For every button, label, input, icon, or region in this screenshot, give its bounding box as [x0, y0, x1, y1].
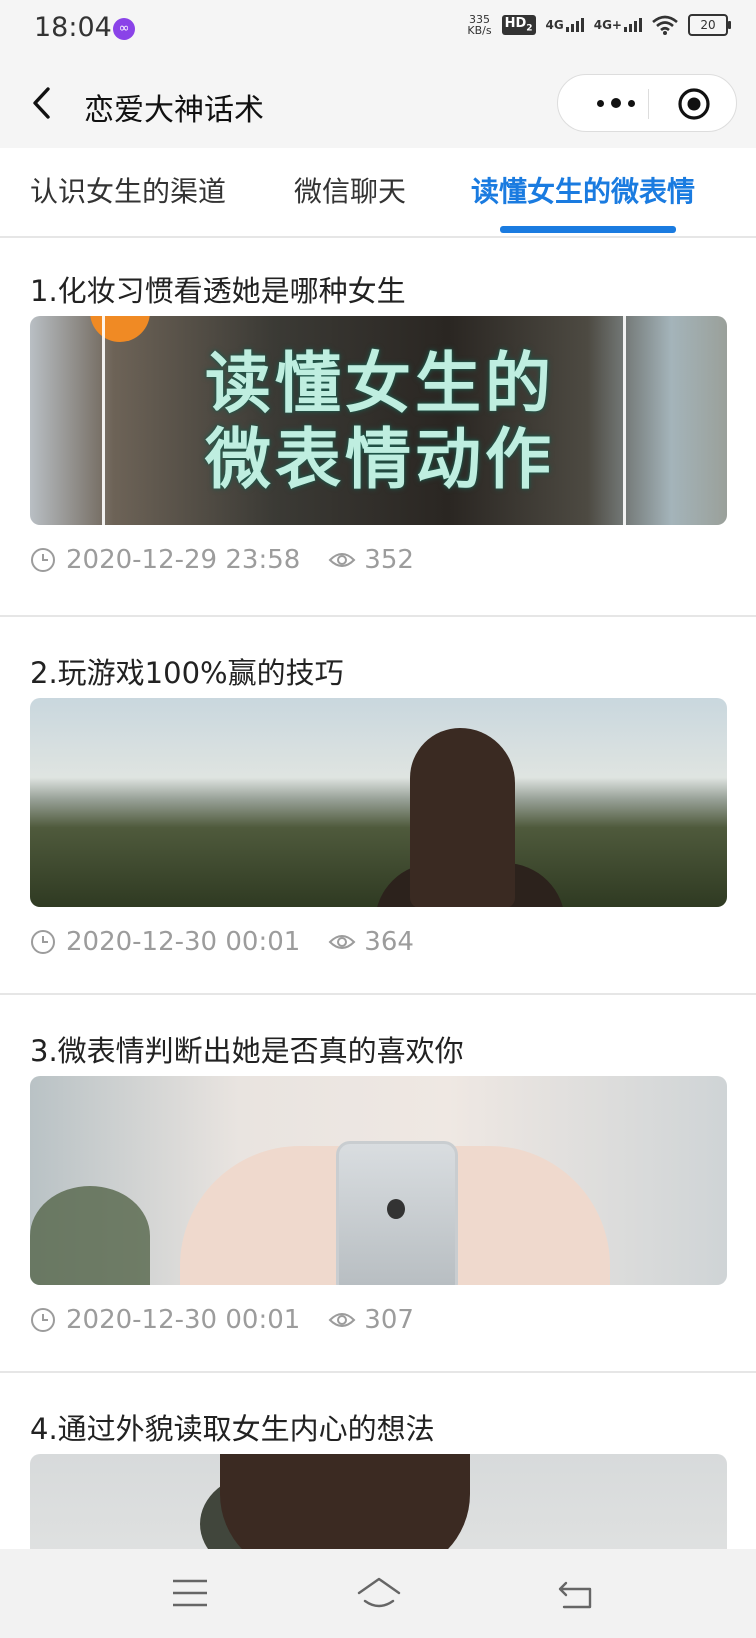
- article-item[interactable]: 2.玩游戏100%赢的技巧 2020-12-30 00:01 364: [0, 650, 756, 992]
- status-time: 18:04: [34, 12, 112, 43]
- capsule-divider: [648, 89, 649, 119]
- frame-line: [102, 316, 105, 525]
- article-date: 2020-12-29 23:58: [66, 545, 301, 575]
- thumbnail-phone: [336, 1141, 458, 1285]
- eye-icon: [328, 1313, 356, 1327]
- article-thumbnail[interactable]: [30, 1076, 727, 1285]
- mini-program-capsule: [557, 74, 737, 132]
- view-count-value: 364: [364, 927, 414, 957]
- nav-bar: 恋爱大神话术: [0, 58, 756, 148]
- view-count-value: 307: [364, 1305, 414, 1335]
- article-title[interactable]: 2.玩游戏100%赢的技巧: [30, 650, 344, 692]
- article-item[interactable]: 3.微表情判断出她是否真的喜欢你 2020-12-30 00:01 307: [0, 1028, 756, 1370]
- view-count-value: 352: [364, 545, 414, 575]
- status-indicators: 335 KB/s HD2 4G 4G+ 20: [467, 14, 731, 36]
- app-badge-icon: ∞: [113, 18, 135, 40]
- hd-sub: 2: [526, 23, 533, 34]
- system-nav-bar: [0, 1549, 756, 1638]
- network-speed: 335 KB/s: [467, 14, 491, 36]
- sim1-label: 4G: [545, 18, 564, 32]
- active-tab-indicator: [500, 226, 676, 233]
- divider: [0, 615, 756, 617]
- article-item[interactable]: 1.化妆习惯看透她是哪种女生 读懂女生的 微表情动作 2020-12-29 23…: [0, 268, 756, 610]
- clock-icon: [31, 548, 55, 572]
- wifi-icon: [652, 15, 678, 35]
- article-item[interactable]: 4.通过外貌读取女生内心的想法: [0, 1406, 756, 1549]
- target-circle-icon[interactable]: [677, 87, 711, 121]
- hd-icon: HD2: [501, 15, 536, 35]
- network-speed-unit: KB/s: [467, 24, 492, 37]
- return-icon[interactable]: [556, 1575, 596, 1611]
- thumbnail-caption: 读懂女生的 微表情动作: [130, 346, 630, 498]
- eye-icon: [328, 553, 356, 567]
- tab-wechat-chat[interactable]: 微信聊天: [294, 170, 406, 210]
- battery-icon: 20: [688, 14, 731, 36]
- thumbnail-caption-line2: 微表情动作: [205, 421, 555, 498]
- more-dots-icon[interactable]: [586, 93, 646, 113]
- back-icon[interactable]: [30, 86, 52, 120]
- article-title[interactable]: 4.通过外貌读取女生内心的想法: [30, 1406, 435, 1448]
- divider: [0, 993, 756, 995]
- view-count: 364: [328, 927, 414, 957]
- article-meta: 2020-12-30 00:01 364: [30, 927, 414, 957]
- menu-icon[interactable]: [170, 1575, 210, 1611]
- article-meta: 2020-12-30 00:01 307: [30, 1305, 414, 1335]
- sim2-signal-icon: 4G+: [594, 18, 642, 32]
- thumbnail-figure: [220, 1454, 470, 1549]
- clock-icon: [31, 1308, 55, 1332]
- thumbnail-figure: [410, 728, 515, 907]
- eye-icon: [328, 935, 356, 949]
- article-meta: 2020-12-29 23:58 352: [30, 545, 414, 575]
- page-title: 恋爱大神话术: [84, 93, 264, 128]
- thumbnail-caption-line1: 读懂女生的: [205, 345, 555, 422]
- divider: [0, 1371, 756, 1373]
- article-date: 2020-12-30 00:01: [66, 1305, 301, 1335]
- corner-badge: [90, 316, 150, 342]
- article-thumbnail[interactable]: [30, 698, 727, 907]
- category-tabs: 认识女生的渠道 微信聊天 读懂女生的微表情: [0, 148, 756, 238]
- article-thumbnail[interactable]: 读懂女生的 微表情动作: [30, 316, 727, 525]
- article-title[interactable]: 1.化妆习惯看透她是哪种女生: [30, 268, 406, 310]
- view-count: 307: [328, 1305, 414, 1335]
- home-icon[interactable]: [356, 1575, 402, 1611]
- sim2-label: 4G+: [593, 18, 622, 32]
- view-count: 352: [328, 545, 414, 575]
- thumbnail-plant: [30, 1186, 150, 1285]
- article-thumbnail[interactable]: [30, 1454, 727, 1549]
- tab-micro-expressions[interactable]: 读懂女生的微表情: [471, 170, 695, 210]
- article-title[interactable]: 3.微表情判断出她是否真的喜欢你: [30, 1028, 464, 1070]
- tab-channels[interactable]: 认识女生的渠道: [30, 170, 226, 210]
- status-bar: 18:04 ∞ 335 KB/s HD2 4G 4G+ 20: [0, 0, 756, 58]
- article-date: 2020-12-30 00:01: [66, 927, 301, 957]
- clock-icon: [31, 930, 55, 954]
- hd-label: HD: [504, 16, 527, 32]
- sim1-signal-icon: 4G: [546, 18, 584, 32]
